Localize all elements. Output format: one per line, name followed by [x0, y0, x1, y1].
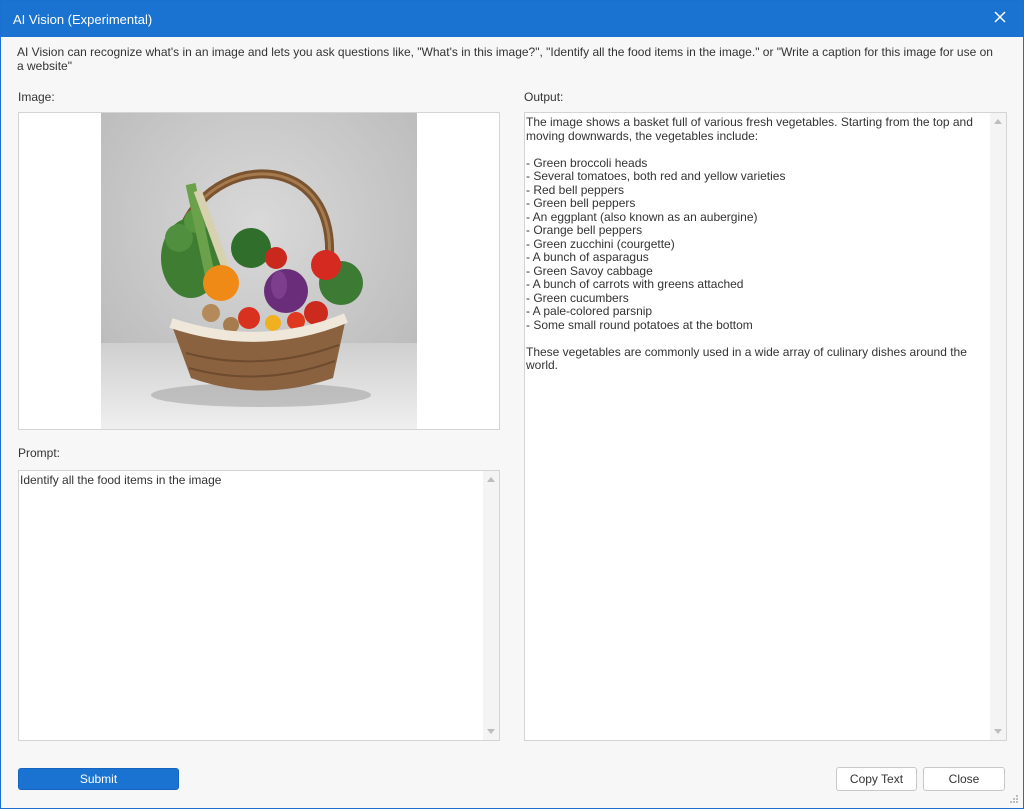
image-panel	[18, 112, 500, 430]
scroll-down-icon[interactable]	[487, 729, 495, 734]
prompt-textarea[interactable]: Identify all the food items in the image	[18, 470, 500, 741]
output-textarea[interactable]: The image shows a basket full of various…	[524, 112, 1007, 741]
description-text: AI Vision can recognize what's in an ima…	[17, 45, 993, 73]
output-text[interactable]: The image shows a basket full of various…	[525, 113, 990, 740]
submit-button[interactable]: Submit	[18, 768, 179, 790]
image-label: Image:	[18, 90, 55, 104]
prompt-text[interactable]: Identify all the food items in the image	[19, 471, 483, 740]
resize-grip-icon[interactable]	[1009, 794, 1019, 804]
scroll-up-icon[interactable]	[487, 477, 495, 482]
prompt-label: Prompt:	[18, 446, 61, 460]
output-label: Output:	[524, 90, 564, 104]
close-button[interactable]: Close	[923, 767, 1005, 791]
vegetable-basket-image	[101, 113, 417, 429]
title-bar: AI Vision (Experimental)	[1, 1, 1023, 37]
prompt-scrollbar[interactable]	[483, 471, 499, 740]
close-icon[interactable]	[985, 3, 1015, 31]
output-scrollbar[interactable]	[990, 113, 1006, 740]
copy-text-button[interactable]: Copy Text	[836, 767, 917, 791]
window-title: AI Vision (Experimental)	[13, 12, 153, 27]
ai-vision-dialog: AI Vision (Experimental) AI Vision can r…	[0, 0, 1024, 809]
scroll-down-icon[interactable]	[994, 729, 1002, 734]
scroll-up-icon[interactable]	[994, 119, 1002, 124]
